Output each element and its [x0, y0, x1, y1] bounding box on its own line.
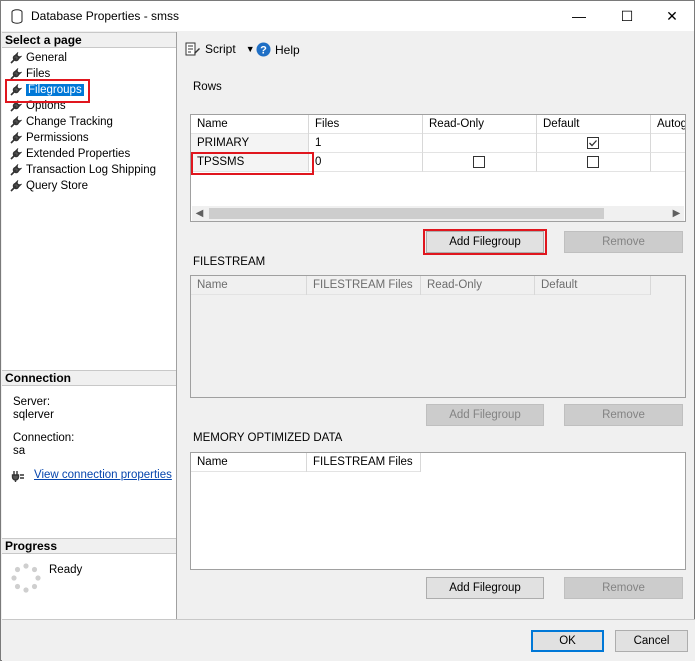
wrench-icon: [10, 132, 22, 144]
row-default-cell: [537, 134, 651, 153]
connection-header: Connection: [2, 370, 176, 386]
memory-optimized-label: MEMORY OPTIMIZED DATA: [193, 432, 343, 444]
wrench-icon: [10, 180, 22, 192]
table-row[interactable]: PRIMARY 1: [191, 134, 685, 153]
svg-text:?: ?: [260, 45, 267, 57]
filegroups-highlight-box: [5, 79, 90, 103]
window-title: Database Properties - smss: [31, 9, 180, 23]
default-checkbox[interactable]: [587, 156, 599, 168]
memory-optimized-grid: Name FILESTREAM Files: [190, 452, 686, 570]
wrench-icon: [10, 164, 22, 176]
title-bar: Database Properties - smss — ☐ ✕: [1, 1, 694, 31]
nav-item-query-store[interactable]: Query Store: [2, 178, 176, 194]
database-properties-window: Database Properties - smss — ☐ ✕ Select …: [0, 0, 695, 661]
minimize-button[interactable]: —: [556, 1, 602, 31]
cancel-button[interactable]: Cancel: [615, 630, 688, 652]
column-header-autogrow[interactable]: Autog: [651, 115, 685, 134]
column-header-filestream-files[interactable]: FILESTREAM Files: [307, 276, 421, 295]
close-icon: ✕: [666, 7, 678, 24]
nav-item-general[interactable]: General: [2, 50, 176, 66]
memory-remove-button[interactable]: Remove: [564, 577, 683, 599]
progress-status: Ready: [49, 564, 83, 576]
tpssms-highlight-box: [191, 152, 314, 175]
connection-label: Connection:: [13, 432, 75, 444]
nav-label: Query Store: [26, 180, 88, 192]
row-files-cell: 1: [309, 134, 423, 153]
wrench-icon: [10, 116, 22, 128]
filestream-remove-button[interactable]: Remove: [564, 404, 683, 426]
column-header-filestream-files[interactable]: FILESTREAM Files: [307, 453, 421, 472]
read-only-checkbox[interactable]: [473, 156, 485, 168]
rows-label: Rows: [193, 81, 222, 93]
minimize-icon: —: [572, 8, 586, 24]
nav-label: Permissions: [26, 132, 89, 144]
filegroups-page: Rows Name Files Read-Only Default Autog …: [178, 68, 694, 619]
column-header-default[interactable]: Default: [537, 115, 651, 134]
column-header-name[interactable]: Name: [191, 276, 307, 295]
wrench-icon: [10, 52, 22, 64]
server-label: Server:: [13, 396, 51, 408]
memory-grid-header: Name FILESTREAM Files: [191, 453, 421, 472]
row-default-cell: [537, 153, 651, 172]
column-header-name[interactable]: Name: [191, 115, 309, 134]
chevron-down-icon[interactable]: ▼: [246, 44, 255, 54]
memory-add-filegroup-button[interactable]: Add Filegroup: [426, 577, 544, 599]
nav-item-change-tracking[interactable]: Change Tracking: [2, 114, 176, 130]
connection-plug-icon: [11, 471, 24, 482]
nav-item-transaction-log-shipping[interactable]: Transaction Log Shipping: [2, 162, 176, 178]
filestream-add-filegroup-button[interactable]: Add Filegroup: [426, 404, 544, 426]
toolbar: Script ▼ ? Help: [178, 32, 694, 68]
connection-value: sa: [13, 445, 26, 457]
server-value: sqlerver: [13, 409, 54, 421]
dialog-footer: OK Cancel: [2, 619, 695, 661]
column-header-files[interactable]: Files: [309, 115, 423, 134]
maximize-button[interactable]: ☐: [604, 1, 650, 31]
nav-label: General: [26, 52, 67, 64]
script-icon: [185, 42, 200, 56]
nav-item-extended-properties[interactable]: Extended Properties: [2, 146, 176, 162]
ok-button[interactable]: OK: [531, 630, 604, 652]
rows-grid-header: Name Files Read-Only Default Autog: [191, 115, 685, 134]
help-label: Help: [275, 42, 300, 57]
filestream-grid: Name FILESTREAM Files Read-Only Default: [190, 275, 686, 398]
view-connection-properties-link[interactable]: View connection properties: [34, 469, 172, 482]
database-icon: [11, 9, 23, 24]
progress-spinner-icon: [11, 563, 41, 593]
row-read-only-cell: [423, 153, 537, 172]
maximize-icon: ☐: [620, 7, 634, 24]
script-button[interactable]: Script ▼: [185, 42, 255, 56]
scroll-left-icon[interactable]: ◀: [192, 206, 207, 221]
add-filegroup-highlight-box: [423, 229, 547, 255]
help-button[interactable]: ? Help: [256, 42, 300, 57]
row-autogrow-cell: [651, 153, 685, 172]
scrollbar-thumb[interactable]: [209, 208, 604, 219]
scroll-right-icon[interactable]: ▶: [669, 206, 684, 221]
rows-remove-button[interactable]: Remove: [564, 231, 683, 253]
page-nav: General Files Filegroups Options Change …: [2, 50, 176, 194]
close-button[interactable]: ✕: [649, 1, 695, 31]
progress-header: Progress: [2, 538, 176, 554]
default-checkbox-checked[interactable]: [587, 137, 599, 149]
wrench-icon: [10, 148, 22, 160]
help-icon: ?: [256, 42, 271, 57]
filestream-grid-header: Name FILESTREAM Files Read-Only Default: [191, 276, 651, 295]
row-files-cell: 0: [309, 153, 423, 172]
row-read-only-cell: [423, 134, 537, 153]
select-page-header: Select a page: [2, 32, 176, 48]
column-header-default[interactable]: Default: [535, 276, 651, 295]
column-header-name[interactable]: Name: [191, 453, 307, 472]
row-name-cell[interactable]: PRIMARY: [191, 134, 309, 153]
nav-item-permissions[interactable]: Permissions: [2, 130, 176, 146]
nav-label: Change Tracking: [26, 116, 113, 128]
row-autogrow-cell: [651, 134, 685, 153]
left-pane: Select a page General Files Filegroups O…: [2, 32, 177, 619]
nav-label: Extended Properties: [26, 148, 131, 160]
rows-horizontal-scrollbar[interactable]: ◀ ▶: [192, 206, 684, 221]
nav-label: Transaction Log Shipping: [26, 164, 156, 176]
filestream-label: FILESTREAM: [193, 256, 266, 268]
column-header-read-only[interactable]: Read-Only: [421, 276, 535, 295]
script-label: Script: [205, 42, 236, 56]
column-header-read-only[interactable]: Read-Only: [423, 115, 537, 134]
